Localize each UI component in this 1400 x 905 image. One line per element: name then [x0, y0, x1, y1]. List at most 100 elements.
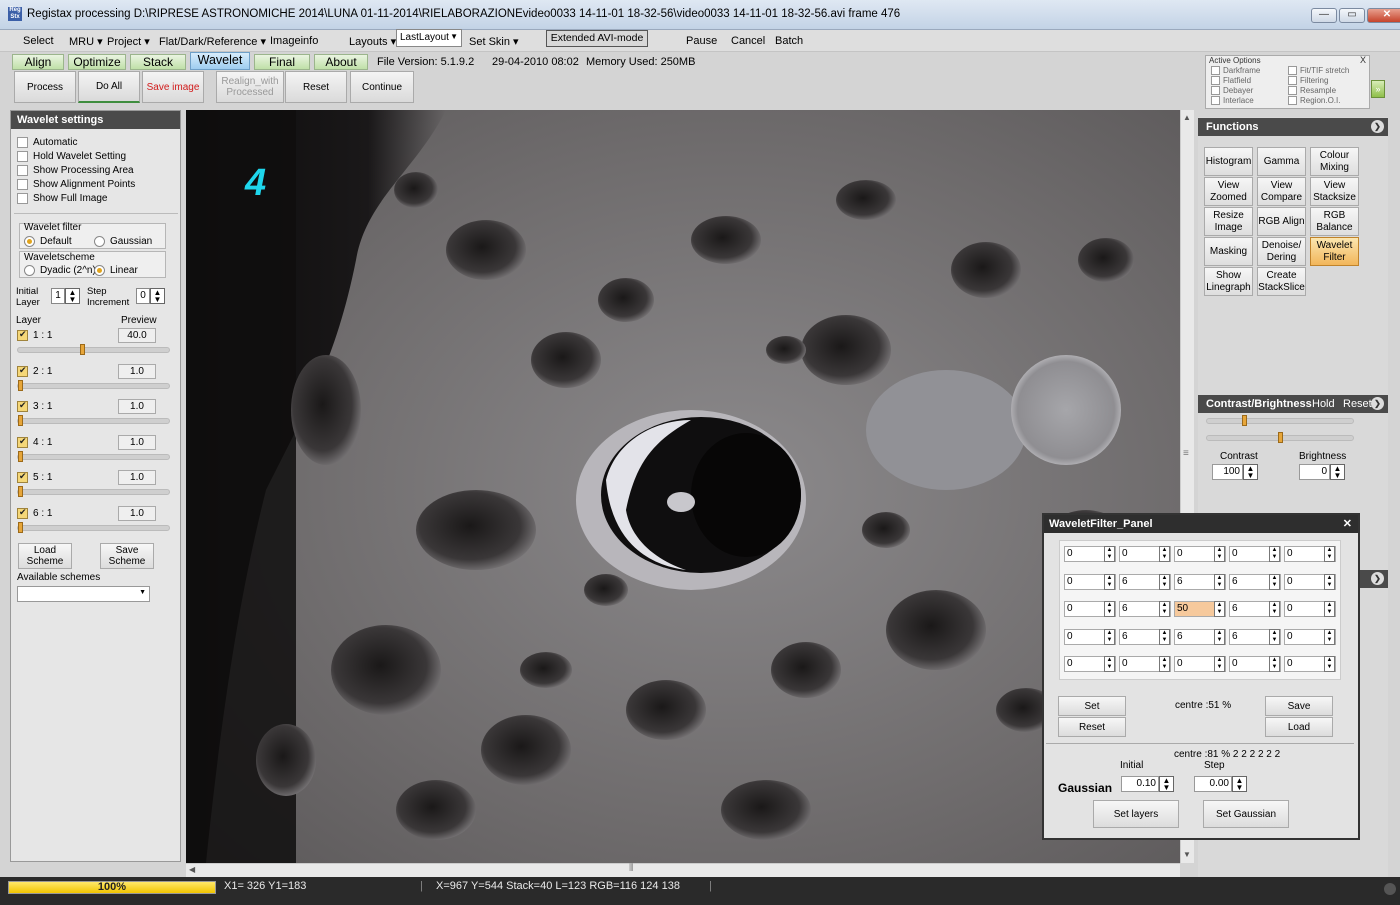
layer-preview-value[interactable]: 1.0	[118, 399, 156, 414]
menu-imageinfo[interactable]: Imageinfo	[270, 35, 318, 47]
gaussian-initial-input[interactable]: 0.10	[1121, 776, 1159, 792]
option-region-oi[interactable]: Region.O.I.	[1288, 96, 1349, 105]
collapse-icon[interactable]: ❯	[1371, 120, 1384, 133]
checkbox-show-processing-area[interactable]: Show Processing Area	[17, 165, 135, 176]
layer-slider[interactable]	[17, 486, 170, 497]
kernel-cell-spinner[interactable]: ▲ ▼	[1324, 546, 1335, 562]
layer-slider-thumb[interactable]	[18, 486, 23, 497]
load-filter-button[interactable]: Load	[1265, 717, 1333, 737]
checkbox-show-full-image[interactable]: Show Full Image	[17, 193, 135, 204]
reset-contrast-button[interactable]: Reset	[1343, 395, 1372, 413]
expand-options-icon[interactable]: »	[1371, 80, 1385, 98]
function-button-gamma[interactable]: Gamma	[1257, 147, 1306, 176]
initial-layer-input[interactable]: 1	[51, 288, 65, 304]
function-button-rgb-balance[interactable]: RGB Balance	[1310, 207, 1359, 236]
layer-slider-thumb[interactable]	[18, 521, 23, 533]
tab-wavelet[interactable]: Wavelet	[190, 52, 250, 70]
layer-checkbox[interactable]: 2 : 1	[17, 365, 52, 377]
function-button-resize-image[interactable]: Resize Image	[1204, 207, 1253, 236]
layer-preview-value[interactable]: 40.0	[118, 328, 156, 343]
kernel-cell-spinner[interactable]: ▲ ▼	[1269, 628, 1280, 645]
save-image-button[interactable]: Save image	[142, 71, 204, 103]
function-button-show-linegraph[interactable]: Show Linegraph	[1204, 267, 1253, 296]
scroll-grip-icon[interactable]: ≡	[1183, 448, 1189, 459]
continue-button[interactable]: Continue	[350, 71, 414, 103]
contrast-slider[interactable]	[1206, 415, 1354, 426]
kernel-cell-spinner[interactable]: ▲ ▼	[1214, 656, 1225, 672]
option-interlace[interactable]: Interlace	[1211, 96, 1260, 105]
radio-linear[interactable]: Linear	[94, 265, 138, 276]
option-filtering[interactable]: Filtering	[1288, 76, 1349, 85]
gaussian-step-spinner[interactable]: ▲ ▼	[1232, 776, 1247, 792]
option-darkframe[interactable]: Darkframe	[1211, 66, 1260, 75]
minimize-button[interactable]: —	[1311, 8, 1337, 23]
function-button-wavelet-filter[interactable]: Wavelet Filter	[1310, 237, 1359, 266]
kernel-cell-spinner[interactable]: ▲ ▼	[1104, 573, 1115, 590]
layer-checkbox[interactable]: 6 : 1	[17, 507, 52, 519]
layer-preview-value[interactable]: 1.0	[118, 470, 156, 485]
kernel-cell-spinner[interactable]: ▲ ▼	[1159, 546, 1170, 562]
option-flatfield[interactable]: Flatfield	[1211, 76, 1260, 85]
kernel-cell-spinner[interactable]: ▲ ▼	[1269, 601, 1280, 617]
checkbox-automatic[interactable]: Automatic	[17, 137, 135, 148]
scroll-left-icon[interactable]: ◀	[189, 865, 195, 874]
contrast-input[interactable]: 100	[1212, 464, 1243, 480]
layer-preview-value[interactable]: 1.0	[118, 505, 156, 521]
load-scheme-button[interactable]: Load Scheme	[18, 543, 72, 569]
brightness-slider[interactable]	[1206, 432, 1354, 443]
save-filter-button[interactable]: Save	[1265, 696, 1333, 716]
kernel-cell-spinner[interactable]: ▲ ▼	[1324, 656, 1335, 672]
layer-checkbox[interactable]: 1 : 1	[17, 329, 52, 341]
menu-layouts[interactable]: Layouts ▾	[349, 35, 396, 48]
step-increment-spinner[interactable]: ▲ ▼	[150, 288, 165, 304]
scroll-up-icon[interactable]: ▲	[1183, 113, 1191, 122]
realign-with-processed-button[interactable]: Realign_with Processed	[216, 71, 284, 103]
layer-slider[interactable]	[17, 521, 170, 533]
collapse-icon[interactable]: ❯	[1371, 572, 1384, 585]
moon-image-canvas[interactable]: 4	[186, 110, 1180, 863]
scroll-hgrip-icon[interactable]: ⦀	[629, 863, 633, 874]
tab-about[interactable]: About	[314, 54, 368, 70]
resize-grip-icon[interactable]	[1384, 883, 1396, 895]
step-increment-input[interactable]: 0	[136, 288, 150, 304]
function-button-colour-mixing[interactable]: Colour Mixing	[1310, 147, 1359, 176]
kernel-cell-spinner[interactable]: ▲ ▼	[1269, 656, 1280, 672]
kernel-cell-spinner[interactable]: ▲ ▼	[1324, 628, 1335, 645]
tab-final[interactable]: Final	[254, 54, 310, 70]
function-button-view-compare[interactable]: View Compare	[1257, 177, 1306, 206]
kernel-cell-spinner[interactable]: ▲ ▼	[1214, 546, 1225, 562]
kernel-cell-spinner[interactable]: ▲ ▼	[1159, 601, 1170, 617]
tab-align[interactable]: Align	[12, 54, 64, 70]
collapse-icon[interactable]: ❯	[1371, 397, 1384, 410]
reset-filter-button[interactable]: Reset	[1058, 717, 1126, 737]
menu-set-skin[interactable]: Set Skin ▾	[469, 35, 519, 48]
function-button-view-zoomed[interactable]: View Zoomed	[1204, 177, 1253, 206]
layer-checkbox[interactable]: 5 : 1	[17, 471, 52, 483]
kernel-cell-spinner[interactable]: ▲ ▼	[1214, 628, 1225, 645]
layer-slider[interactable]	[17, 344, 170, 355]
hold-button[interactable]: Hold	[1312, 395, 1335, 413]
layer-slider-thumb[interactable]	[18, 379, 23, 391]
function-button-masking[interactable]: Masking	[1204, 237, 1253, 266]
set-layers-button[interactable]: Set layers	[1093, 800, 1179, 828]
option-debayer[interactable]: Debayer	[1211, 86, 1260, 95]
layer-checkbox[interactable]: 4 : 1	[17, 436, 52, 448]
function-button-rgb-align[interactable]: RGB Align	[1257, 207, 1306, 236]
pause-button[interactable]: Pause	[686, 35, 717, 47]
layer-checkbox[interactable]: 3 : 1	[17, 400, 52, 412]
menu-project[interactable]: Project ▾	[107, 35, 150, 48]
function-button-view-stacksize[interactable]: View Stacksize	[1310, 177, 1359, 206]
close-window-button[interactable]: ✕	[1367, 8, 1400, 23]
batch-button[interactable]: Batch	[775, 35, 803, 47]
radio-gaussian[interactable]: Gaussian	[94, 236, 152, 247]
layer-slider[interactable]	[17, 379, 170, 391]
menu-select[interactable]: Select	[23, 35, 54, 47]
maximize-button[interactable]: ▭	[1339, 8, 1365, 23]
layer-preview-value[interactable]: 1.0	[118, 363, 156, 379]
process-button[interactable]: Process	[14, 71, 76, 103]
kernel-cell-spinner[interactable]: ▲ ▼	[1214, 601, 1225, 617]
scroll-down-icon[interactable]: ▼	[1183, 850, 1191, 859]
save-scheme-button[interactable]: Save Scheme	[100, 543, 154, 569]
kernel-cell-spinner[interactable]: ▲ ▼	[1214, 573, 1225, 590]
function-button-denoise-dering[interactable]: Denoise/ Dering	[1257, 237, 1306, 266]
